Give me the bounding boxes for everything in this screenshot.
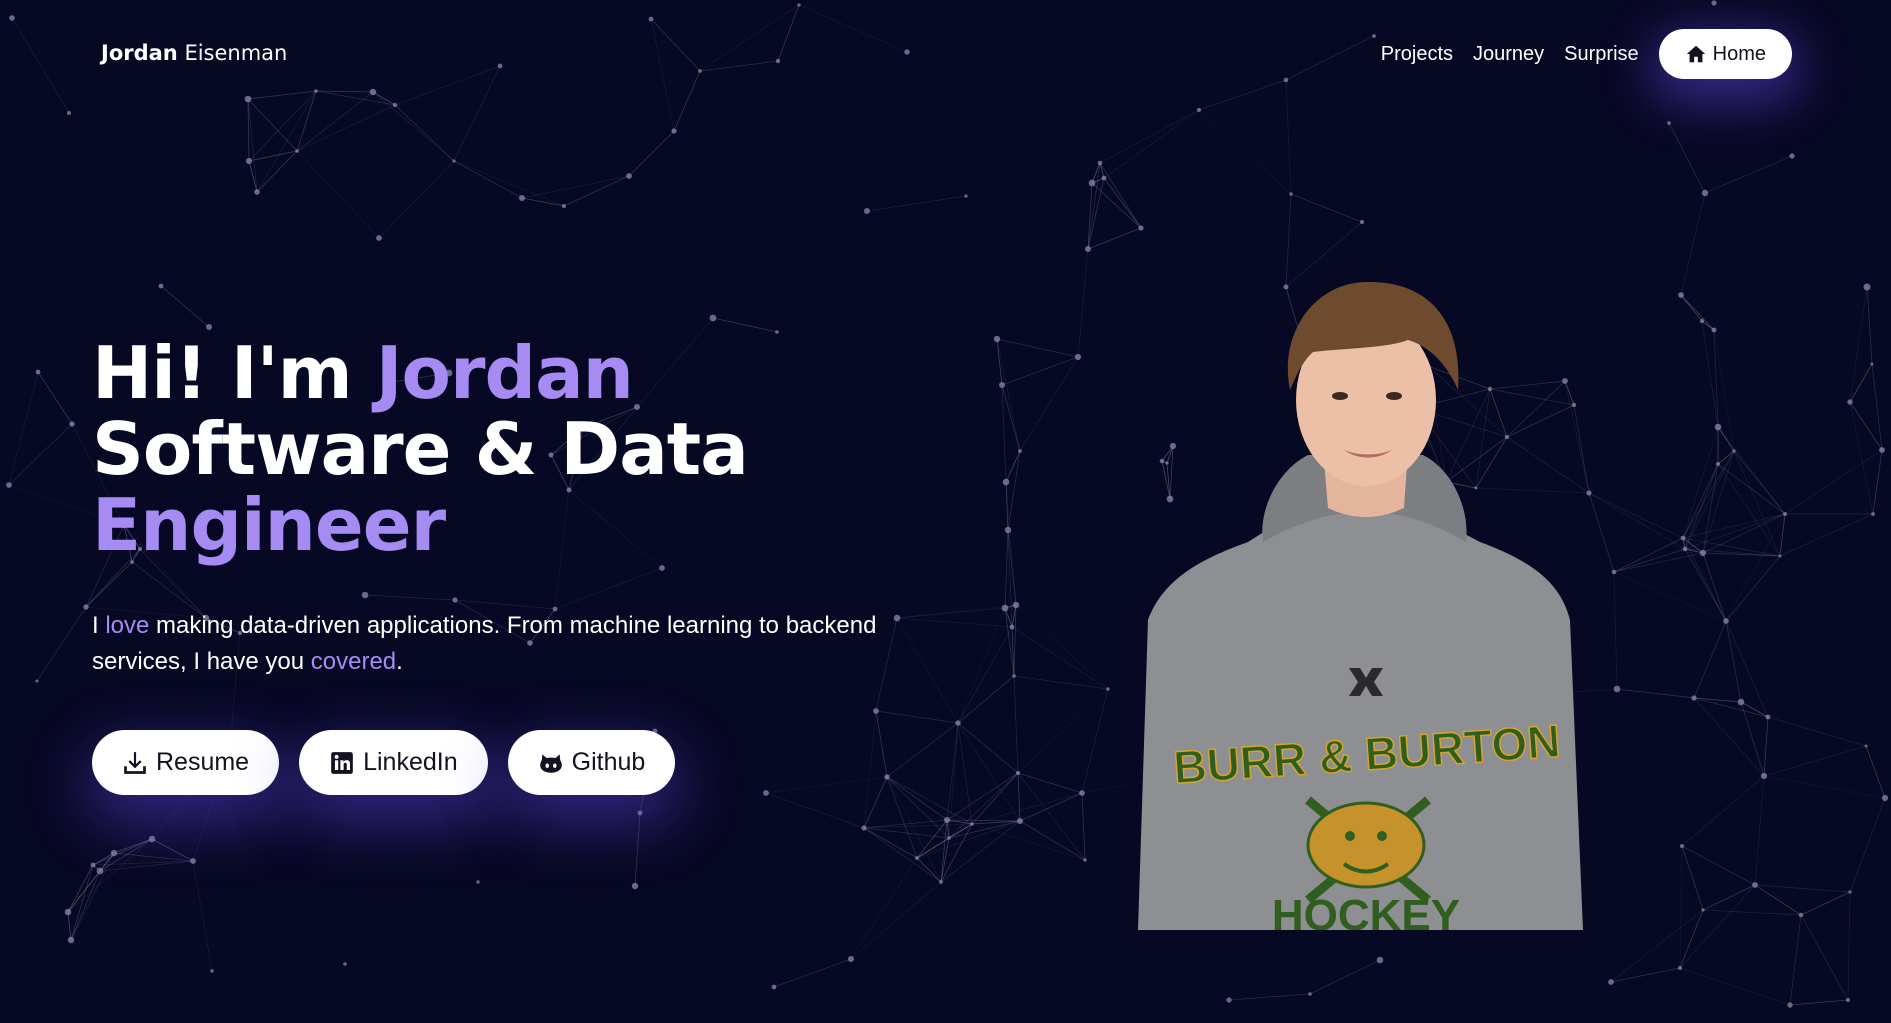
desc-part-1: I	[92, 612, 106, 639]
top-nav: Projects Journey Surprise Home	[1381, 29, 1792, 79]
home-icon	[1686, 45, 1705, 63]
hero-heading: Hi! I'm Jordan Software & Data Engineer	[92, 335, 749, 563]
home-button[interactable]: Home	[1658, 29, 1792, 79]
shirt-sport-text: HOCKEY	[1272, 891, 1460, 930]
hero-name: Jordan	[375, 331, 634, 415]
brand-logo[interactable]: Jordan Eisenman	[101, 41, 287, 65]
hero-page: Jordan Eisenman Projects Journey Surpris…	[0, 0, 1891, 1023]
nav-link-projects[interactable]: Projects	[1381, 43, 1453, 66]
linkedin-button[interactable]: LinkedIn	[299, 730, 488, 795]
github-icon	[539, 753, 562, 773]
desc-part-3: .	[396, 648, 403, 675]
desc-covered: covered	[310, 648, 397, 675]
hero-role-line: Software & Data	[92, 407, 749, 491]
hero-role-accent: Engineer	[92, 483, 446, 567]
download-icon	[124, 751, 146, 774]
nav-link-surprise[interactable]: Surprise	[1564, 43, 1638, 66]
desc-love: love	[105, 612, 150, 639]
resume-button[interactable]: Resume	[92, 730, 280, 795]
hero-greeting: Hi! I'm	[92, 331, 376, 415]
nav-link-journey[interactable]: Journey	[1473, 43, 1544, 66]
linkedin-icon	[331, 751, 353, 774]
home-button-label: Home	[1712, 42, 1766, 65]
brand-first-name: Jordan	[101, 41, 178, 65]
profile-portrait: BURR & BURTON HOCKEY	[1138, 281, 1583, 930]
action-buttons: Resume LinkedIn Github	[92, 730, 676, 795]
brand-last-name: Eisenman	[184, 41, 288, 65]
hero-description: I love making data-driven applications. …	[92, 608, 932, 680]
resume-button-label: Resume	[156, 748, 250, 776]
github-button-label: Github	[571, 748, 646, 776]
desc-part-2: making data-driven applications. From ma…	[92, 612, 877, 675]
github-button[interactable]: Github	[507, 730, 676, 795]
linkedin-button-label: LinkedIn	[363, 748, 458, 776]
